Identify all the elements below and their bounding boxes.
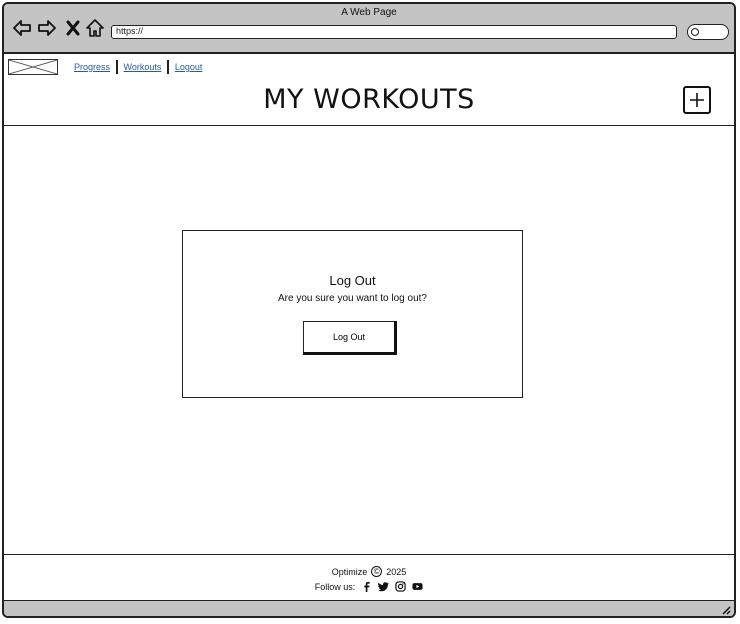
close-x-icon[interactable]: [63, 18, 83, 38]
nav-link-workouts[interactable]: Workouts: [118, 62, 168, 72]
brand-name: Optimize: [331, 566, 368, 577]
instagram-icon[interactable]: [395, 581, 406, 592]
browser-toolbar: A Web Page https://: [4, 4, 734, 54]
browser-status-bar: [4, 600, 734, 616]
copyright-icon: ©: [371, 566, 383, 577]
copyright-line: Optimize © 2025: [4, 566, 734, 577]
facebook-icon[interactable]: [361, 581, 372, 592]
dialog-message: Are you sure you want to log out?: [278, 293, 427, 304]
follow-label: Follow us:: [314, 581, 356, 592]
social-links: Follow us:: [4, 581, 734, 592]
search-icon[interactable]: [687, 24, 729, 40]
window-title: A Web Page: [341, 7, 397, 18]
site-footer: Optimize © 2025 Follow us:: [4, 554, 734, 602]
twitter-icon[interactable]: [378, 581, 390, 592]
resize-grip-icon[interactable]: [720, 604, 731, 615]
page-title: MY WORKOUTS: [263, 84, 475, 115]
home-icon[interactable]: [85, 18, 105, 38]
back-arrow-icon[interactable]: [12, 18, 32, 38]
forward-arrow-icon[interactable]: [37, 18, 57, 38]
dialog-title: Log Out: [329, 273, 376, 288]
site-header: Progress Workouts Logout MY WORKOUTS: [4, 54, 734, 126]
nav-link-progress[interactable]: Progress: [68, 62, 116, 72]
nav-link-logout[interactable]: Logout: [169, 62, 209, 72]
url-input[interactable]: https://: [111, 25, 677, 39]
main-nav: Progress Workouts Logout: [68, 60, 208, 74]
logout-confirm-button[interactable]: Log Out: [303, 321, 397, 355]
logout-dialog: Log Out Are you sure you want to log out…: [182, 230, 523, 398]
add-workout-button[interactable]: [683, 86, 711, 114]
copyright-year: 2025: [386, 566, 407, 577]
browser-window: A Web Page https:// Progress Workouts Lo…: [2, 2, 736, 618]
logo-placeholder[interactable]: [8, 59, 58, 75]
youtube-icon[interactable]: [412, 581, 423, 592]
plus-icon: [690, 93, 704, 107]
